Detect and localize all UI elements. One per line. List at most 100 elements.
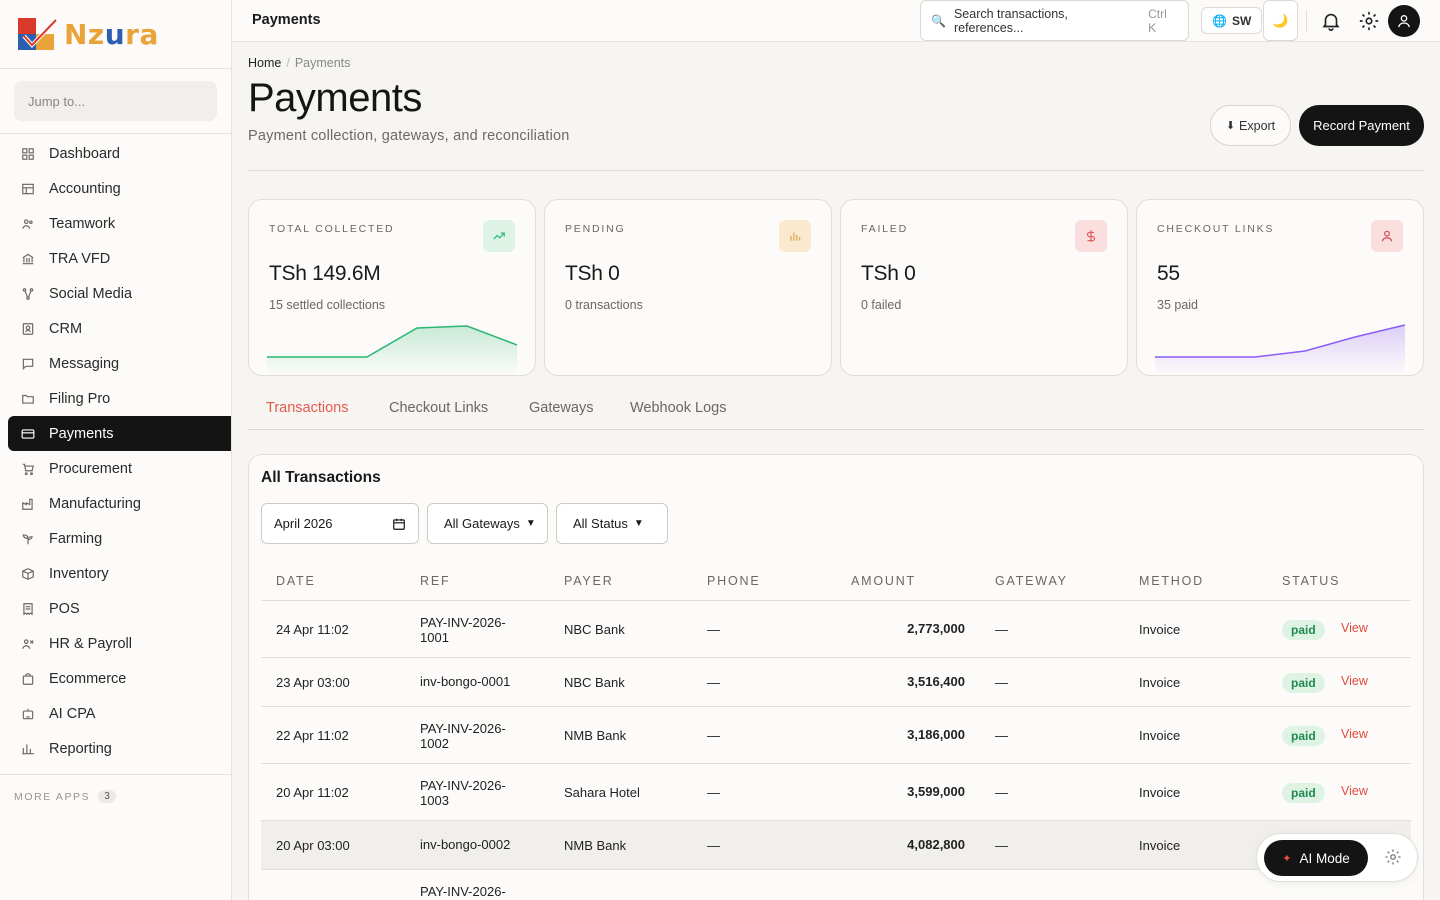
- col-date[interactable]: DATE: [276, 574, 316, 588]
- export-button[interactable]: ⬇ Export: [1210, 105, 1291, 146]
- bell-icon[interactable]: [1320, 10, 1342, 32]
- sidebar-item-dashboard[interactable]: Dashboard: [8, 136, 231, 171]
- col-gateway[interactable]: GATEWAY: [995, 574, 1068, 588]
- stat-label: PENDING: [565, 223, 626, 235]
- tab-gateways[interactable]: Gateways: [529, 400, 593, 416]
- col-method[interactable]: METHOD: [1139, 574, 1204, 588]
- sidebar-item-ai-cpa[interactable]: AI CPA: [8, 696, 231, 731]
- more-apps-label: MORE APPS: [14, 790, 91, 803]
- stat-sub: 0 failed: [861, 298, 902, 312]
- sidebar-item-payments[interactable]: Payments: [8, 416, 231, 451]
- ai-mode-label: AI Mode: [1299, 850, 1350, 866]
- view-link[interactable]: View: [1341, 621, 1368, 635]
- sidebar-item-social-media[interactable]: Social Media: [8, 276, 231, 311]
- month-filter[interactable]: April 2026: [261, 503, 419, 544]
- cell-amount: 3,599,000: [907, 783, 965, 799]
- sidebar-item-messaging[interactable]: Messaging: [8, 346, 231, 381]
- transactions-panel: All Transactions April 2026 All Gateways…: [248, 454, 1424, 900]
- cell-ref: inv-bongo-0001: [420, 673, 511, 689]
- table-row[interactable]: 20 Apr 03:00 inv-bongo-0002 NMB Bank — 4,082…: [261, 821, 1411, 870]
- sidebar: Nzura Jump to... Dashboard Accounting Team…: [0, 0, 232, 900]
- tab-checkout-links[interactable]: Checkout Links: [389, 400, 488, 416]
- sidebar-item-tra-vfd[interactable]: TRA VFD: [8, 241, 231, 276]
- search-input[interactable]: 🔍 Search transactions, references... Ctr…: [920, 0, 1189, 41]
- card-icon: [21, 427, 35, 441]
- search-icon: 🔍: [931, 13, 946, 28]
- table-row[interactable]: PAY-INV-2026-partially_paid: [261, 870, 1411, 900]
- col-phone[interactable]: PHONE: [707, 574, 760, 588]
- sparkle-icon: ✦: [1282, 852, 1292, 865]
- download-icon: ⬇: [1225, 120, 1236, 132]
- cell-method: Invoice: [1139, 674, 1181, 690]
- jump-to-input[interactable]: Jump to...: [14, 81, 217, 121]
- sidebar-item-reporting[interactable]: Reporting: [8, 731, 231, 766]
- tab-transactions[interactable]: Transactions: [266, 400, 348, 416]
- sidebar-item-accounting[interactable]: Accounting: [8, 171, 231, 206]
- search-shortcut: Ctrl K: [1148, 6, 1167, 35]
- sidebar-item-label: Ecommerce: [49, 670, 127, 687]
- sidebar-item-label: TRA VFD: [49, 250, 111, 267]
- tab-webhook-logs[interactable]: Webhook Logs: [630, 400, 726, 416]
- status-badge: paid: [1282, 725, 1325, 746]
- cell-ref-line2: 1002: [420, 735, 449, 751]
- table-row[interactable]: 22 Apr 11:02 PAY-INV-2026- 1002 NMB Bank — 3,…: [261, 707, 1411, 764]
- sidebar-item-hr-payroll[interactable]: HR & Payroll: [8, 626, 231, 661]
- ai-settings-icon[interactable]: [1384, 848, 1404, 868]
- dark-mode-toggle[interactable]: 🌙: [1263, 0, 1298, 41]
- sparkline-checkout-links: [1155, 324, 1406, 375]
- sidebar-item-inventory[interactable]: Inventory: [8, 556, 231, 591]
- month-filter-value: April 2026: [274, 516, 333, 531]
- calendar-icon: [393, 518, 405, 530]
- logo[interactable]: Nzura: [0, 0, 231, 69]
- grid-icon: [21, 147, 35, 161]
- page-title: Payments: [248, 76, 422, 120]
- col-status[interactable]: STATUS: [1282, 574, 1340, 588]
- sidebar-item-crm[interactable]: CRM: [8, 311, 231, 346]
- ai-mode-widget: ✦ AI Mode: [1256, 833, 1418, 882]
- sidebar-item-procurement[interactable]: Procurement: [8, 451, 231, 486]
- sidebar-item-label: Farming: [49, 530, 103, 547]
- cell-ref-line2: 1001: [420, 629, 449, 645]
- share-icon: [21, 287, 35, 301]
- breadcrumb-home[interactable]: Home: [248, 56, 281, 70]
- table-row[interactable]: 24 Apr 11:02 PAY-INV-2026- 1001 NBC Bank — 2,…: [261, 601, 1411, 658]
- view-link[interactable]: View: [1341, 727, 1368, 741]
- cell-date: 23 Apr 03:00: [276, 674, 350, 690]
- ai-mode-button[interactable]: ✦ AI Mode: [1264, 840, 1368, 876]
- sidebar-item-label: Teamwork: [49, 215, 116, 232]
- sidebar-item-teamwork[interactable]: Teamwork: [8, 206, 231, 241]
- language-switch[interactable]: 🌐 SW: [1201, 7, 1263, 34]
- table-row[interactable]: 23 Apr 03:00 inv-bongo-0001 NBC Bank — 3,516…: [261, 658, 1411, 707]
- sidebar-item-label: HR & Payroll: [49, 635, 132, 652]
- search-placeholder: Search transactions, references...: [953, 6, 1068, 35]
- people-icon: [21, 217, 35, 231]
- breadcrumb-current: Payments: [294, 56, 351, 70]
- avatar[interactable]: [1388, 5, 1420, 37]
- sidebar-item-ecommerce[interactable]: Ecommerce: [8, 661, 231, 696]
- record-payment-button[interactable]: Record Payment: [1299, 105, 1424, 146]
- table-row[interactable]: 20 Apr 11:02 PAY-INV-2026- 1003 Sahara Hote…: [261, 764, 1411, 821]
- globe-icon: 🌐: [1212, 13, 1227, 28]
- col-payer[interactable]: PAYER: [564, 574, 614, 588]
- view-link[interactable]: View: [1341, 674, 1368, 688]
- col-amount[interactable]: AMOUNT: [851, 574, 916, 588]
- tabs: Transactions Checkout Links Gateways Web…: [248, 390, 1424, 430]
- bar-chart-icon: [779, 220, 811, 252]
- page-subtitle: Payment collection, gateways, and reconc…: [248, 128, 570, 144]
- view-link[interactable]: View: [1341, 784, 1368, 798]
- status-filter[interactable]: All Status ▼: [556, 503, 668, 544]
- stat-label: CHECKOUT LINKS: [1157, 223, 1275, 235]
- cell-gateway: —: [995, 621, 1008, 637]
- gateway-filter[interactable]: All Gateways ▼: [427, 503, 548, 544]
- sidebar-item-pos[interactable]: POS: [8, 591, 231, 626]
- factory-icon: [21, 497, 35, 511]
- col-ref[interactable]: REF: [420, 574, 450, 588]
- cell-amount: 2,773,000: [907, 620, 965, 636]
- cell-ref-line2: 1003: [420, 792, 449, 808]
- sidebar-item-farming[interactable]: Farming: [8, 521, 231, 556]
- sidebar-item-filing-pro[interactable]: Filing Pro: [8, 381, 231, 416]
- settings-icon[interactable]: [1358, 10, 1380, 32]
- more-apps[interactable]: MORE APPS 3: [0, 774, 231, 818]
- sidebar-item-manufacturing[interactable]: Manufacturing: [8, 486, 231, 521]
- bar-chart-icon: [21, 742, 35, 756]
